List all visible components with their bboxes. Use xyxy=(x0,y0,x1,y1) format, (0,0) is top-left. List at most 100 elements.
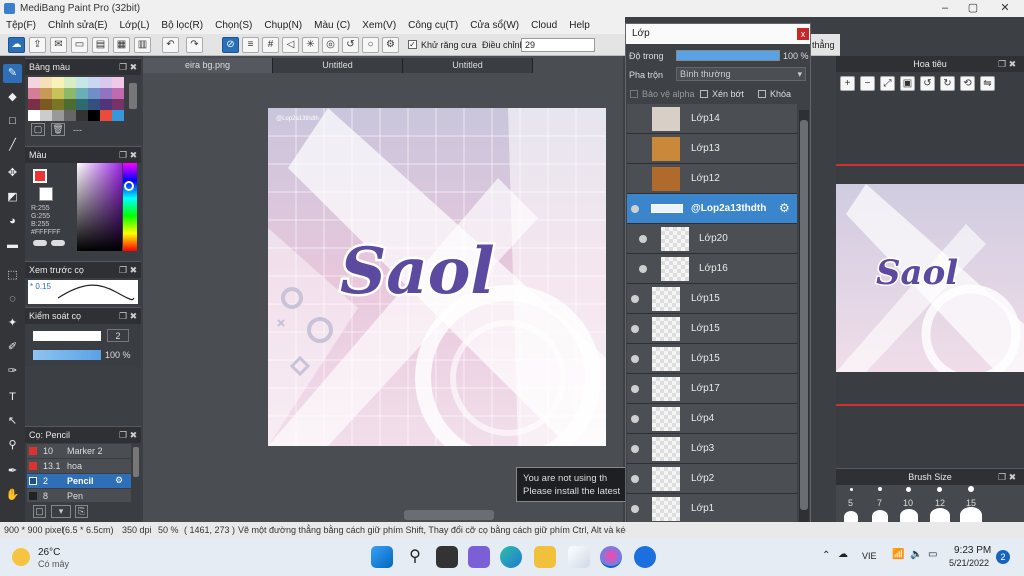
eraser-tool-icon[interactable]: ◆ xyxy=(3,88,22,107)
visibility-icon[interactable] xyxy=(639,235,647,243)
layer-row[interactable]: Lớp15 xyxy=(627,284,797,314)
palette-scrollbar[interactable] xyxy=(129,83,137,109)
visibility-icon[interactable] xyxy=(631,505,639,513)
brush-copy-icon[interactable]: ⎘ xyxy=(75,505,88,518)
blend-mode-select[interactable]: Bình thường ▾ xyxy=(676,67,806,81)
tab-untitled-2[interactable]: Untitled xyxy=(403,58,533,73)
flip-icon[interactable]: ⇋ xyxy=(980,76,995,91)
close-icon[interactable]: ❐ ✖ xyxy=(998,56,1016,72)
menu-help[interactable]: Help xyxy=(563,20,596,31)
menu-view[interactable]: Xem(V) xyxy=(356,20,402,31)
clipping-checkbox[interactable] xyxy=(700,90,708,98)
brush-size-option[interactable]: 7 xyxy=(877,498,882,508)
visibility-icon[interactable] xyxy=(631,205,639,213)
layer-row[interactable]: Lớp15 xyxy=(627,314,797,344)
select-pen-icon[interactable]: ✐ xyxy=(3,338,22,357)
bucket-tool-icon[interactable]: ◕ xyxy=(3,212,22,231)
brush-size-value[interactable]: 2 xyxy=(107,329,129,342)
eyedropper-icon[interactable]: ⚲ xyxy=(3,436,22,455)
hue-slider[interactable] xyxy=(123,163,137,251)
brush-size-option[interactable]: 10 xyxy=(903,498,913,508)
layer-row[interactable]: Lớp3 xyxy=(627,434,797,464)
visibility-icon[interactable] xyxy=(631,475,639,483)
document-icon[interactable]: ▤ xyxy=(92,37,109,53)
fill-tool-icon[interactable]: ◩ xyxy=(3,188,22,207)
clock-date[interactable]: 5/21/2022 xyxy=(949,558,989,568)
start-icon[interactable] xyxy=(371,546,393,568)
edge-browser-icon[interactable] xyxy=(500,546,522,568)
zoom-out-icon[interactable]: − xyxy=(860,76,875,91)
grid-snap-icon[interactable]: # xyxy=(262,37,279,53)
opacity-slider[interactable] xyxy=(676,50,780,61)
menu-edit[interactable]: Chỉnh sửa(E) xyxy=(42,20,114,31)
close-icon[interactable]: ❐ ✖ xyxy=(119,308,137,324)
file-explorer-icon[interactable] xyxy=(534,546,556,568)
brush-size-option[interactable]: 12 xyxy=(935,498,945,508)
reset-rotation-icon[interactable]: ⟲ xyxy=(960,76,975,91)
gradient-tool-icon[interactable]: ▬ xyxy=(3,236,22,255)
curve-snap-icon[interactable]: ↺ xyxy=(342,37,359,53)
menu-file[interactable]: Tệp(F) xyxy=(0,20,42,31)
comment-icon[interactable]: ▭ xyxy=(71,37,88,53)
layer-row[interactable]: Lớp20 xyxy=(627,224,797,254)
rotate-right-icon[interactable]: ↻ xyxy=(940,76,955,91)
pen-tool-icon[interactable]: ✒ xyxy=(3,462,22,481)
layer-row[interactable]: Lớp4 xyxy=(627,404,797,434)
layer-row[interactable]: Lớp17 xyxy=(627,374,797,404)
share-icon[interactable]: ⇪ xyxy=(29,37,46,53)
layer-row[interactable]: Lớp12 xyxy=(627,164,797,194)
artwork-canvas[interactable]: Saol @Lop2a13thdth xyxy=(268,108,606,446)
brush-item-hoa[interactable]: 13.1 hoa xyxy=(27,459,131,473)
zoom-in-icon[interactable]: + xyxy=(840,76,855,91)
close-button[interactable]: ✕ xyxy=(990,1,1020,16)
zalo-app-icon[interactable] xyxy=(634,546,656,568)
menu-tools[interactable]: Công cụ(T) xyxy=(402,20,464,31)
menu-snap[interactable]: Chụp(N) xyxy=(258,20,308,31)
store-icon[interactable] xyxy=(568,546,590,568)
brush-item-pen[interactable]: 8 Pen xyxy=(27,489,131,502)
circle-snap-icon[interactable]: ◎ xyxy=(322,37,339,53)
tab-eira-bg[interactable]: eira bg.png xyxy=(143,58,273,73)
brush-opacity-slider[interactable] xyxy=(33,350,101,360)
layer-row[interactable]: Lớp13 xyxy=(627,134,797,164)
close-icon[interactable]: ❐ ✖ xyxy=(998,469,1016,485)
maximize-button[interactable]: ▢ xyxy=(958,1,988,16)
undo-icon[interactable]: ↶ xyxy=(162,37,179,53)
brush-menu-icon[interactable]: ▾ xyxy=(51,505,71,518)
teams-chat-icon[interactable] xyxy=(468,546,490,568)
medibang-app-icon[interactable] xyxy=(600,546,622,568)
layer-scrollbar-track[interactable] xyxy=(799,110,809,522)
menu-layer[interactable]: Lớp(L) xyxy=(114,20,156,31)
select-tool-icon[interactable]: ⬚ xyxy=(3,266,22,285)
layer-row[interactable]: Lớp16 xyxy=(627,254,797,284)
ellipse-snap-icon[interactable]: ○ xyxy=(362,37,379,53)
chevron-up-icon[interactable]: ⌃ xyxy=(822,550,830,561)
layer-row[interactable]: Lớp14 xyxy=(627,104,797,134)
visibility-icon[interactable] xyxy=(631,385,639,393)
layer-row[interactable]: Lớp15 xyxy=(627,344,797,374)
chat-icon[interactable]: ✉ xyxy=(50,37,67,53)
cloud-icon[interactable]: ☁ xyxy=(8,37,25,53)
parallel-snap-icon[interactable]: ≡ xyxy=(242,37,259,53)
layer-scrollbar-thumb[interactable] xyxy=(800,120,808,510)
layer-folder-selected[interactable]: @Lop2a13thdth ⚙ xyxy=(627,194,797,224)
language-indicator[interactable]: VIE xyxy=(862,551,877,561)
secondary-color-swatch[interactable] xyxy=(39,187,53,201)
adjust-input[interactable]: 29 xyxy=(521,38,595,52)
menu-cloud[interactable]: Cloud xyxy=(525,20,563,31)
grid-panel-icon[interactable]: ▦ xyxy=(113,37,130,53)
brush-list-scrollbar[interactable] xyxy=(133,447,139,477)
settings-icon[interactable]: ⚙ xyxy=(382,37,399,53)
menu-color[interactable]: Màu (C) xyxy=(308,20,356,31)
perspective-snap-icon[interactable]: ◁ xyxy=(282,37,299,53)
close-icon[interactable]: x xyxy=(797,28,809,40)
antialias-checkbox[interactable]: ✓ xyxy=(408,40,417,49)
color-toggle-1[interactable] xyxy=(33,240,47,246)
visibility-icon[interactable] xyxy=(639,265,647,273)
gear-icon[interactable]: ⚙ xyxy=(779,201,790,215)
redo-icon[interactable]: ↷ xyxy=(186,37,203,53)
radial-snap-icon[interactable]: ✳ xyxy=(302,37,319,53)
no-snap-icon[interactable]: ⊘ xyxy=(222,37,239,53)
visibility-icon[interactable] xyxy=(631,445,639,453)
hue-handle[interactable] xyxy=(124,181,134,191)
